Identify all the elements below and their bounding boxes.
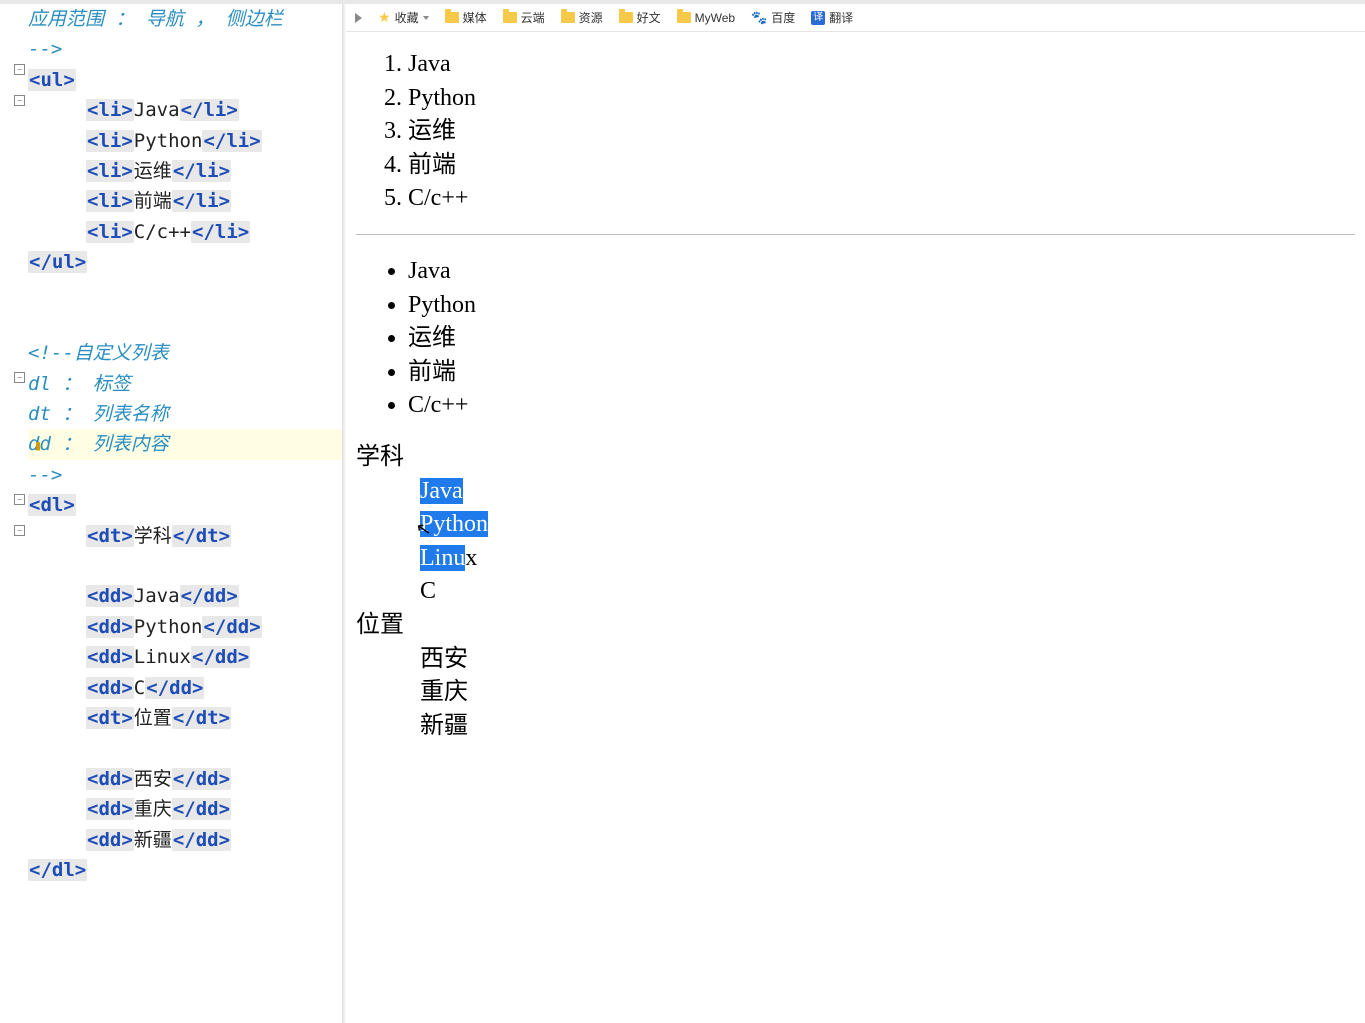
- list-item: C/c++: [408, 389, 1355, 423]
- dd-item: 重庆: [420, 676, 1355, 710]
- code-line: <li>Java</li>: [28, 95, 342, 125]
- page-content[interactable]: Java Python 运维 前端 C/c++ Java Python 运维 前…: [346, 32, 1365, 1023]
- code-line: <dt>位置</dt>: [28, 703, 342, 733]
- dd-item: C: [420, 575, 1355, 609]
- code-editor[interactable]: − − − − − 应用范围 ： 导航 ， 侧边栏 --> <ul> <li>J…: [0, 4, 342, 1023]
- list-item: Java: [408, 255, 1355, 289]
- code-line: -->: [28, 460, 342, 490]
- code-line: <dd>Linux</dd>: [28, 642, 342, 672]
- code-line: <li>C/c++</li>: [28, 217, 342, 247]
- code-line: </ul>: [28, 247, 342, 277]
- code-line: <dt>学科</dt>: [28, 521, 342, 551]
- dt-subject: 学科: [356, 441, 1355, 475]
- folder-icon: [445, 12, 459, 23]
- list-item: 前端: [408, 149, 1355, 183]
- folder-icon: [561, 12, 575, 23]
- dd-item: 新疆: [420, 710, 1355, 744]
- paw-icon: 🐾: [751, 10, 767, 26]
- code-line: <li>前端</li>: [28, 186, 342, 216]
- definition-list: 学科 Java Python Linux C 位置 西安 重庆 新疆: [356, 441, 1355, 743]
- list-item: 前端: [408, 356, 1355, 390]
- fold-icon[interactable]: −: [14, 372, 25, 383]
- code-line: <dd>西安</dd>: [28, 764, 342, 794]
- code-line: [28, 308, 342, 338]
- list-item: Python: [408, 289, 1355, 323]
- bookmark-baidu[interactable]: 🐾百度: [748, 7, 798, 28]
- bookmark-folder[interactable]: 资源: [558, 7, 606, 28]
- list-item: Java: [408, 48, 1355, 82]
- star-icon: ★: [378, 9, 391, 26]
- dd-item: Linux: [420, 542, 1355, 576]
- code-line: dd ： 列表内容: [28, 433, 169, 455]
- code-line: </dl>: [28, 855, 342, 885]
- fold-icon[interactable]: −: [14, 525, 25, 536]
- dd-item: 西安: [420, 643, 1355, 677]
- expand-icon: [355, 13, 362, 23]
- ordered-list: Java Python 运维 前端 C/c++: [356, 48, 1355, 216]
- bookmark-folder[interactable]: 云端: [500, 7, 548, 28]
- code-line: -->: [28, 34, 342, 64]
- list-item: 运维: [408, 322, 1355, 356]
- fold-icon[interactable]: −: [14, 64, 25, 75]
- bookmark-favorites[interactable]: ★收藏: [375, 7, 432, 28]
- dt-location: 位置: [356, 609, 1355, 643]
- expand-button[interactable]: [352, 11, 365, 25]
- code-line: [28, 551, 342, 581]
- code-line: dt ： 列表名称: [28, 399, 342, 429]
- fold-icon[interactable]: −: [14, 494, 25, 505]
- code-line: [28, 733, 342, 763]
- folder-icon: [503, 12, 517, 23]
- chevron-down-icon: [423, 16, 429, 20]
- code-line: dl ： 标签: [28, 369, 342, 399]
- divider: [356, 234, 1355, 235]
- folder-icon: [677, 12, 691, 23]
- editor-gutter: − − − − −: [0, 4, 28, 1023]
- code-line: <dd>重庆</dd>: [28, 794, 342, 824]
- code-line: <dd>Python</dd>: [28, 612, 342, 642]
- code-line: <li>运维</li>: [28, 156, 342, 186]
- folder-icon: [619, 12, 633, 23]
- code-line: <li>Python</li>: [28, 126, 342, 156]
- list-item: Python: [408, 82, 1355, 116]
- bookmark-translate[interactable]: 译翻译: [808, 7, 856, 28]
- code-line: <dl>: [28, 490, 342, 520]
- bookmark-folder[interactable]: 好文: [616, 7, 664, 28]
- code-line: 应用范围 ： 导航 ， 侧边栏: [28, 4, 342, 34]
- code-line: <dd>C</dd>: [28, 673, 342, 703]
- bookmark-bar: ★收藏 媒体 云端 资源 好文 MyWeb 🐾百度 译翻译: [346, 4, 1365, 32]
- code-line: <dd>Java</dd>: [28, 581, 342, 611]
- bookmark-folder[interactable]: MyWeb: [674, 9, 738, 27]
- translate-icon: 译: [811, 11, 825, 25]
- code-line: [28, 278, 342, 308]
- fold-icon[interactable]: −: [14, 95, 25, 106]
- unordered-list: Java Python 运维 前端 C/c++: [356, 255, 1355, 423]
- bookmark-folder[interactable]: 媒体: [442, 7, 490, 28]
- code-line: <dd>新疆</dd>: [28, 825, 342, 855]
- list-item: 运维: [408, 115, 1355, 149]
- code-line: <ul>: [28, 65, 342, 95]
- code-line: <!--自定义列表: [28, 338, 342, 368]
- dd-item: Python: [420, 508, 1355, 542]
- list-item: C/c++: [408, 182, 1355, 216]
- dd-item: Java: [420, 475, 1355, 509]
- browser-pane: ★收藏 媒体 云端 资源 好文 MyWeb 🐾百度 译翻译 Java Pytho…: [346, 4, 1365, 1023]
